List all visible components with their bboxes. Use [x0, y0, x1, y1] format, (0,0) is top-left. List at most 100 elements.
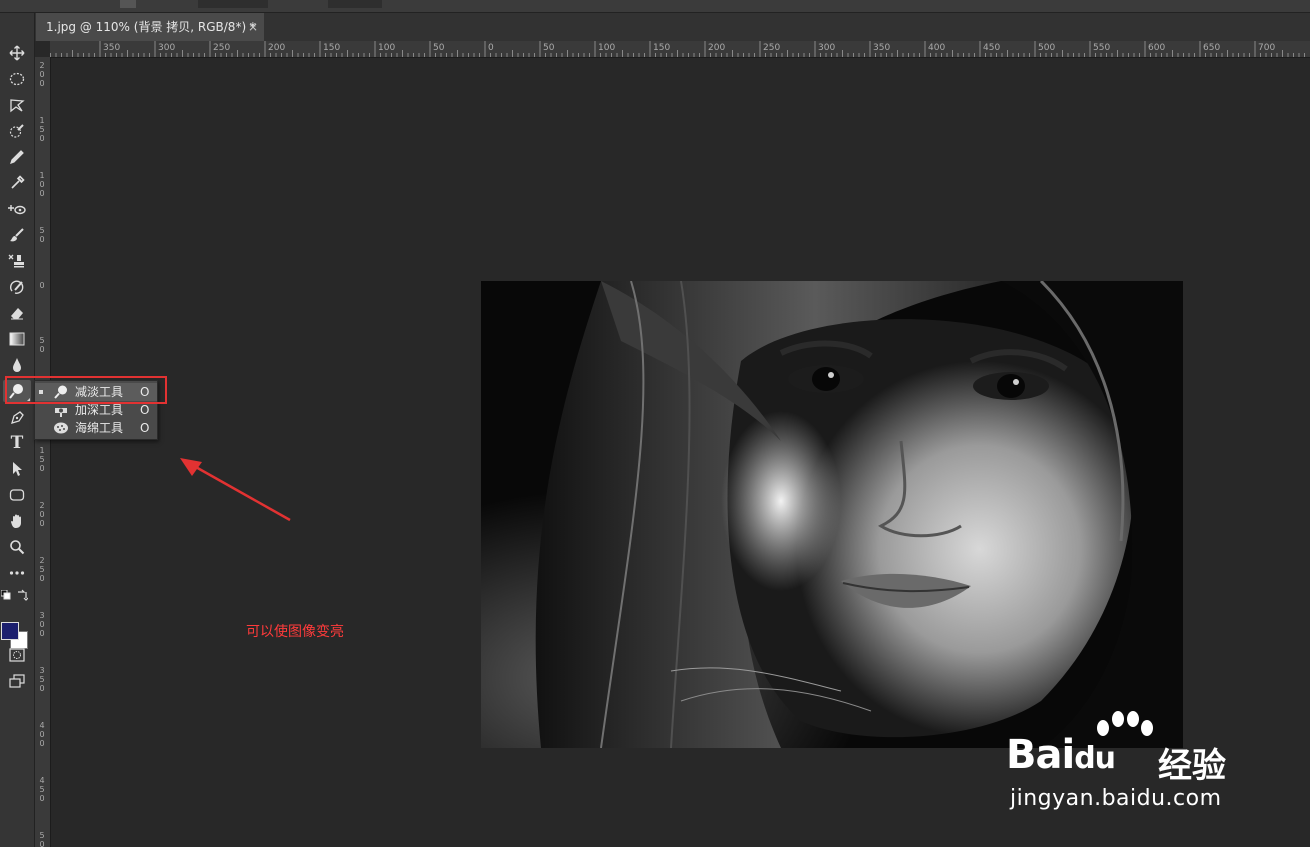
spot-healing-tool[interactable]	[3, 198, 31, 220]
ruler-label: 200	[39, 61, 45, 88]
blur-tool-icon	[13, 358, 21, 372]
flyout-item-sponge[interactable]: 海绵工具 O	[35, 419, 157, 437]
ruler-label: 450	[983, 43, 1001, 53]
eyedropper-tool-icon	[11, 175, 25, 189]
hand-tool[interactable]	[3, 510, 31, 532]
lasso-tool[interactable]	[3, 94, 31, 116]
ruler-label: 450	[39, 776, 45, 803]
move-tool[interactable]	[3, 42, 31, 64]
canvas-image[interactable]	[481, 281, 1183, 748]
ruler-label: 0	[488, 43, 494, 53]
quick-selection-tool-icon	[9, 124, 24, 138]
clone-stamp-tool-icon	[8, 254, 24, 268]
ruler-label: 250	[213, 43, 231, 53]
more-tools-icon	[9, 571, 25, 575]
watermark-url: jingyan.baidu.com	[1010, 786, 1222, 811]
quick-selection-tool[interactable]	[3, 120, 31, 142]
move-tool-icon	[9, 45, 25, 61]
ruler-label: 50	[433, 43, 445, 53]
zoom-tool[interactable]	[3, 536, 31, 558]
ruler-label: 250	[39, 556, 45, 583]
watermark-brand: Baidu	[1006, 732, 1116, 778]
ruler-label: 550	[1093, 43, 1111, 53]
brush-tool[interactable]	[3, 224, 31, 246]
ruler-label: 200	[708, 43, 726, 53]
annotation-arrow-icon	[180, 458, 291, 522]
vertical-ruler: 2001501005005010015020025030035040045050…	[34, 57, 51, 847]
ruler-label: 250	[763, 43, 781, 53]
ruler-label: 500	[1038, 43, 1056, 53]
gradient-tool[interactable]	[3, 328, 31, 350]
path-selection-tool-icon	[13, 462, 22, 476]
marquee-tool[interactable]	[3, 68, 31, 90]
portrait-photo	[481, 281, 1183, 748]
ruler-label: 350	[103, 43, 121, 53]
hand-tool-icon	[11, 514, 21, 528]
pen-brush-tool-icon	[10, 150, 24, 164]
document-tab-title: 1.jpg @ 110% (背景 拷贝, RGB/8*) *	[46, 20, 256, 34]
ruler-label: 50	[543, 43, 555, 53]
ruler-label: 100	[598, 43, 616, 53]
document-tab-bar: 1.jpg @ 110% (背景 拷贝, RGB/8*) * ×	[0, 13, 1310, 41]
ruler-label: 350	[873, 43, 891, 53]
horizontal-ruler: 350 300 250 200 150 100 50 0 50 100 150 200 250 300 35…	[50, 41, 1310, 58]
ruler-label: 600	[1148, 43, 1166, 53]
quick-mask-button[interactable]	[3, 644, 31, 666]
annotation-highlight-box	[5, 376, 167, 404]
blur-tool[interactable]	[3, 354, 31, 376]
ruler-label: 400	[928, 43, 946, 53]
ruler-label: 50	[39, 336, 45, 354]
close-tab-icon[interactable]: ×	[248, 13, 258, 41]
rectangle-tool[interactable]	[3, 484, 31, 506]
tools-panel: T	[0, 13, 35, 847]
watermark-product: 经验	[1158, 746, 1226, 786]
options-bar-dropdown[interactable]	[198, 0, 268, 8]
burn-icon	[55, 408, 67, 417]
default-colors-icon[interactable]	[1, 590, 11, 600]
ruler-label: 400	[39, 721, 45, 748]
history-brush-tool-icon	[9, 280, 24, 294]
history-brush-tool[interactable]	[3, 276, 31, 298]
ruler-label: 700	[1258, 43, 1276, 53]
ruler-label: 50	[39, 226, 45, 244]
ruler-label: 150	[323, 43, 341, 53]
eraser-tool[interactable]	[3, 302, 31, 324]
watermark-brand-du: du	[1074, 741, 1116, 776]
swap-colors-icon[interactable]	[16, 589, 28, 601]
eyedropper-tool[interactable]	[3, 172, 31, 194]
type-tool[interactable]: T	[3, 432, 31, 454]
document-tab[interactable]: 1.jpg @ 110% (背景 拷贝, RGB/8*) * ×	[36, 13, 264, 41]
eraser-tool-icon	[11, 308, 23, 320]
ruler-label: 300	[39, 611, 45, 638]
lasso-tool-icon	[10, 99, 25, 113]
patch-tool[interactable]	[3, 146, 31, 168]
flyout-item-shortcut: O	[140, 421, 150, 435]
brush-tool-icon	[10, 228, 24, 242]
annotation-text: 可以使图像变亮	[246, 624, 344, 640]
elliptical-marquee-tool-icon	[9, 72, 25, 86]
screen-mode-button[interactable]	[3, 670, 31, 692]
pen-tool[interactable]	[3, 406, 31, 428]
edit-toolbar-button[interactable]	[3, 562, 31, 584]
rectangle-tool-icon	[9, 489, 25, 501]
ruler-label: 100	[39, 171, 45, 198]
clone-stamp-tool[interactable]	[3, 250, 31, 272]
ruler-label: 500	[39, 831, 45, 847]
options-bar-control[interactable]	[120, 0, 136, 8]
foreground-color-swatch[interactable]	[1, 622, 19, 640]
ruler-label: 150	[653, 43, 671, 53]
gradient-tool-icon	[9, 332, 25, 346]
options-bar	[0, 0, 1310, 13]
type-tool-icon: T	[10, 433, 24, 453]
sponge-icon	[54, 422, 68, 434]
ruler-label: 150	[39, 116, 45, 143]
ruler-label: 350	[39, 666, 45, 693]
ruler-label: 150	[39, 446, 45, 473]
ruler-label: 0	[39, 281, 45, 290]
flyout-item-label: 海绵工具	[75, 421, 124, 435]
ruler-label: 650	[1203, 43, 1221, 53]
path-selection-tool[interactable]	[3, 458, 31, 480]
options-bar-field[interactable]	[328, 0, 382, 8]
watermark-brand-bai: Bai	[1006, 732, 1075, 778]
quick-mask-icon	[9, 648, 25, 662]
